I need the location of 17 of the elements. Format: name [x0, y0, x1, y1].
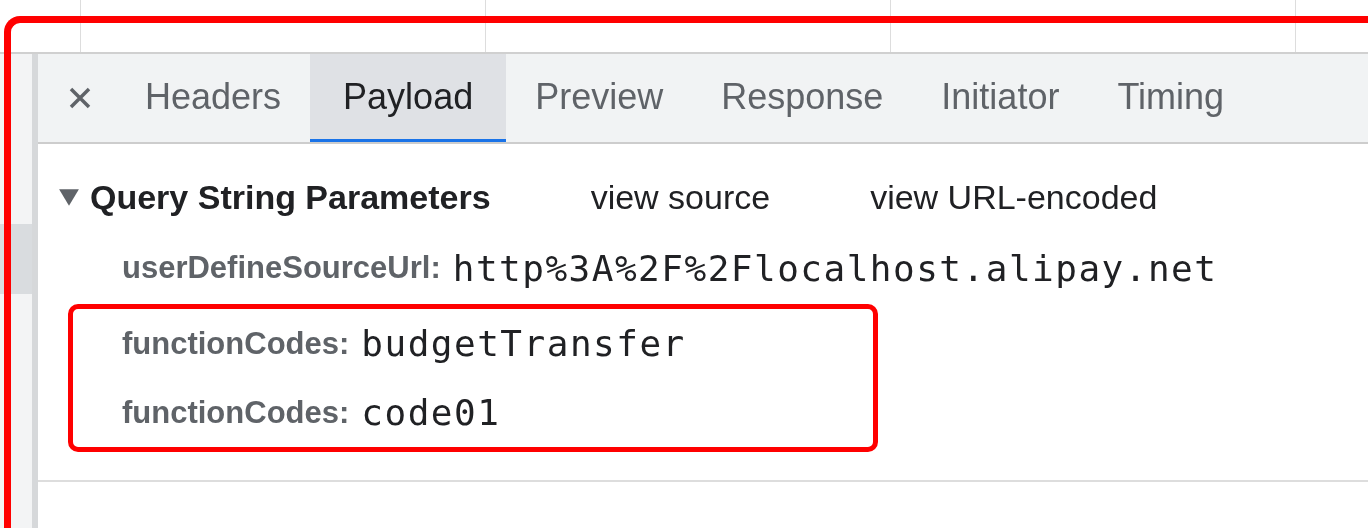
view-link[interactable]: view source	[590, 177, 771, 217]
tab[interactable]: Preview	[506, 54, 693, 142]
param-name: userDefineSourceUrl:	[122, 250, 441, 286]
param-name: functionCodes:	[122, 394, 350, 431]
param-value: code01	[361, 392, 501, 433]
tab[interactable]: Initiator	[912, 54, 1089, 142]
tab[interactable]: Headers	[116, 54, 311, 142]
close-icon[interactable]	[68, 86, 92, 110]
view-link[interactable]: view URL-encoded	[870, 177, 1158, 217]
triangle-down-icon[interactable]	[58, 186, 80, 208]
tab[interactable]: Payload	[310, 54, 507, 142]
param-value: http%3A%2F%2Flocalhost.alipay.net	[452, 247, 1218, 289]
tab[interactable]: Response	[692, 54, 913, 142]
param-name: functionCodes:	[122, 325, 350, 362]
tab[interactable]: Timing	[1088, 54, 1254, 142]
section-title[interactable]: Query String Parameters	[90, 177, 491, 217]
param-value: budgetTransfer	[361, 323, 686, 364]
